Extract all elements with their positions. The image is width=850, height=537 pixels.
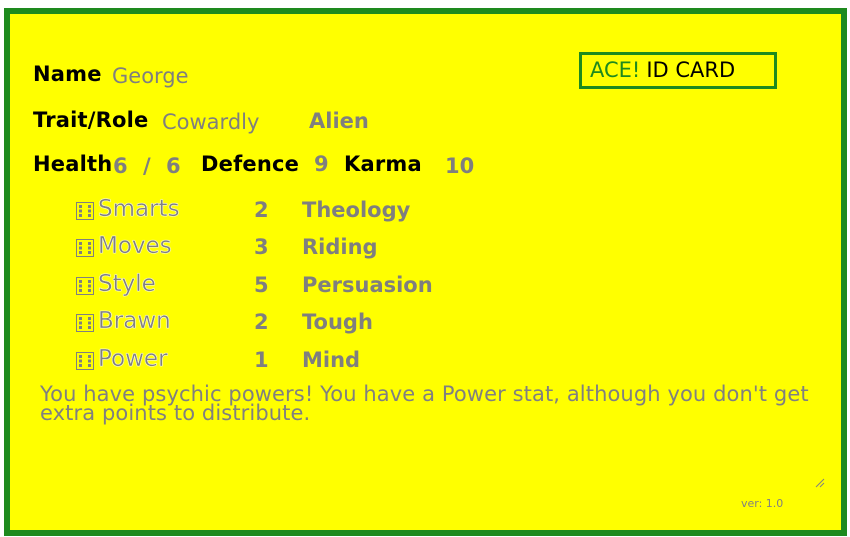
dice-icon[interactable] [76,239,94,257]
stat-value[interactable]: 3 [254,235,269,259]
dice-icon[interactable] [76,314,94,332]
health-value[interactable]: 6 [113,154,128,178]
dice-icon[interactable] [76,202,94,220]
trait-value[interactable]: Cowardly [162,110,259,134]
stat-name[interactable]: Moves [98,233,172,259]
skill-name[interactable]: Theology [302,198,410,222]
karma-value[interactable]: 10 [445,154,474,178]
defence-label: Defence [201,152,300,176]
description-textarea[interactable]: You have psychic powers! You have a Powe… [40,384,820,424]
stat-name[interactable]: Smarts [98,196,180,222]
defence-value[interactable]: 9 [314,152,329,176]
ace-id-card: Name George ACE! ID CARD Trait/Role Cowar… [4,8,847,536]
id-card-badge: ACE! ID CARD [579,52,777,89]
version-label: ver: 1.0 [741,497,784,510]
stat-name[interactable]: Style [98,271,156,297]
dice-icon[interactable] [76,277,94,295]
skill-name[interactable]: Persuasion [302,273,433,297]
stat-value[interactable]: 2 [254,310,269,334]
stat-value[interactable]: 2 [254,198,269,222]
skill-name[interactable]: Tough [302,310,373,334]
name-label: Name [33,62,102,86]
health-label: Health [33,152,113,176]
stat-name[interactable]: Brawn [98,308,171,334]
id-card-text: ID CARD [646,58,736,82]
skill-name[interactable]: Riding [302,235,378,259]
skill-name[interactable]: Mind [302,348,360,372]
role-value[interactable]: Alien [309,109,369,133]
stat-value[interactable]: 1 [254,348,269,372]
resize-handle-icon[interactable] [815,478,825,488]
karma-label: Karma [344,152,422,176]
health-separator: / [143,154,151,178]
stat-name[interactable]: Power [98,346,168,372]
name-value[interactable]: George [112,64,189,88]
dice-icon[interactable] [76,352,94,370]
trait-role-label: Trait/Role [33,108,149,132]
stat-value[interactable]: 5 [254,273,269,297]
ace-logo-text: ACE! [590,58,641,82]
health-max-value[interactable]: 6 [166,154,181,178]
